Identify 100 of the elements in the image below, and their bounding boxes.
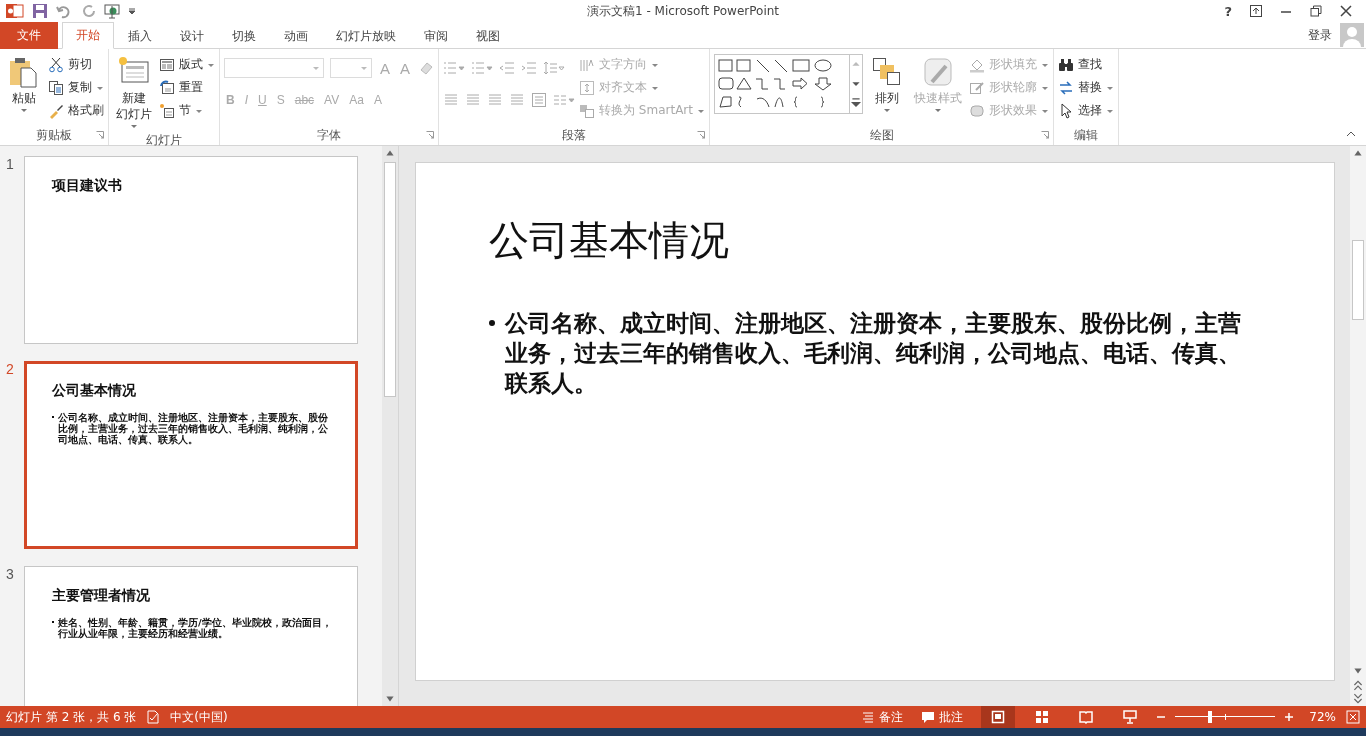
comment-icon xyxy=(921,710,936,724)
ribbon-button[interactable]: 替换 xyxy=(1058,77,1114,98)
previous-slide-icon[interactable] xyxy=(1352,678,1364,692)
ribbon-large-button[interactable]: 排列 xyxy=(867,54,907,116)
ribbon-button[interactable]: 版式 xyxy=(159,54,215,75)
file-tab[interactable]: 文件 xyxy=(0,22,58,49)
ribbon-tab[interactable]: 开始 xyxy=(62,22,114,49)
font-size-field[interactable] xyxy=(330,58,372,78)
ribbon-button[interactable]: 复制 xyxy=(48,77,104,98)
fit-slide-icon[interactable] xyxy=(1346,710,1360,724)
slide-text: 公司名称、成立时间、注册地区、注册资本，主要股东、股份比例，主营业务，过去三年的销售收入、毛利润、纯利润，公司地点、电话、传真、联系人。 xyxy=(505,308,1242,398)
comments-button[interactable]: 批注 xyxy=(921,708,964,726)
user-avatar-icon[interactable] xyxy=(1340,23,1364,47)
normal-view-icon xyxy=(991,710,1006,724)
distribute-icon[interactable] xyxy=(531,92,548,108)
group-label: 编辑 xyxy=(1074,126,1098,144)
ribbon-tab[interactable]: 视图 xyxy=(462,22,514,49)
ribbon-button[interactable]: 查找 xyxy=(1058,54,1114,75)
ribbon-display-icon[interactable] xyxy=(1250,5,1262,17)
ribbon-button[interactable]: 格式刷 xyxy=(48,100,104,121)
clear-formatting-icon[interactable] xyxy=(418,60,435,76)
language-label[interactable]: 中文(中国) xyxy=(170,708,228,726)
dialog-launcher-icon[interactable] xyxy=(697,131,705,139)
redo-icon[interactable] xyxy=(80,3,96,19)
zoom-in-button[interactable] xyxy=(1285,713,1294,721)
shape-effects-icon xyxy=(969,102,985,119)
ribbon-tab[interactable]: 设计 xyxy=(166,22,218,49)
font-name-field[interactable] xyxy=(224,58,324,78)
zoom-slider-thumb[interactable] xyxy=(1208,711,1213,723)
undo-icon[interactable] xyxy=(56,3,72,19)
bullet-icon xyxy=(489,320,495,326)
ribbon-button[interactable]: 节 xyxy=(159,100,215,121)
window-title: 演示文稿1 - Microsoft PowerPoint xyxy=(586,2,780,20)
ribbon-button[interactable]: 重置 xyxy=(159,77,215,98)
ribbon-button[interactable]: 剪切 xyxy=(48,54,104,75)
quick-styles-icon xyxy=(922,56,954,88)
line-spacing-icon[interactable] xyxy=(543,60,566,76)
notes-button[interactable]: 备注 xyxy=(861,708,904,726)
section-icon xyxy=(159,102,175,119)
caret-icon xyxy=(20,106,28,114)
copy-icon xyxy=(48,79,64,96)
caret-icon xyxy=(360,64,368,72)
zoom-level[interactable]: 72% xyxy=(1309,710,1336,724)
dialog-launcher-icon[interactable] xyxy=(96,131,104,139)
projector-view-icon xyxy=(1123,710,1138,724)
spellcheck-icon[interactable] xyxy=(146,710,161,724)
brush-icon xyxy=(48,102,64,119)
slide-count: 幻灯片 第 2 张，共 6 张 xyxy=(6,708,137,726)
restore-icon[interactable] xyxy=(1310,5,1322,17)
caret-icon xyxy=(934,106,942,114)
ribbon-large-button[interactable]: 新建 幻灯片 xyxy=(113,54,155,132)
close-icon[interactable] xyxy=(1340,5,1352,17)
next-slide-icon[interactable] xyxy=(1352,692,1364,706)
zoom-out-button[interactable] xyxy=(1157,713,1166,721)
ribbon-large-button[interactable]: 粘贴 xyxy=(4,54,44,116)
ribbon-tab[interactable]: 切换 xyxy=(218,22,270,49)
dialog-launcher-icon[interactable] xyxy=(426,131,435,139)
slide-number: 2 xyxy=(5,361,15,379)
scroll-thumb[interactable] xyxy=(1352,240,1364,320)
ribbon-tab[interactable]: 审阅 xyxy=(410,22,462,49)
help-button[interactable]: ? xyxy=(1224,3,1232,19)
scrollbar[interactable] xyxy=(1350,146,1366,706)
shape-gallery[interactable] xyxy=(714,54,863,114)
dialog-launcher-icon[interactable] xyxy=(1041,131,1049,139)
book-view-icon xyxy=(1079,710,1094,724)
bullets-icon[interactable] xyxy=(443,60,466,76)
view-button[interactable] xyxy=(981,706,1016,728)
slide-thumbnail[interactable]: 主要管理者情况 姓名、性别、年龄、籍贯，学历/学位、毕业院校，政治面目，行业从业年限，主要经历和经营业绩。 xyxy=(24,566,358,706)
slide-thumbnail[interactable]: 公司基本情况 公司名称、成立时间、注册地区、注册资本，主要股东、股份比例，主营业务，过去三年的销售收入、毛利润、纯利润，公司地点、电话、传真、联系人。 xyxy=(24,361,358,549)
customize-caret-icon[interactable] xyxy=(128,7,136,15)
scissors-icon xyxy=(48,56,64,73)
columns-icon[interactable] xyxy=(553,92,576,108)
slide-thumbnail[interactable]: 项目建议书 xyxy=(24,156,358,344)
group-label: 绘图 xyxy=(869,126,894,144)
sign-in-link[interactable]: 登录 xyxy=(1308,26,1332,44)
numbering-icon[interactable] xyxy=(471,60,494,76)
scrollbar[interactable] xyxy=(382,146,398,706)
align-text-icon xyxy=(579,79,596,96)
presentation-icon[interactable] xyxy=(104,3,120,19)
group-label: 段落 xyxy=(562,126,586,144)
slide-canvas[interactable]: 公司基本情况 公司名称、成立时间、注册地区、注册资本，主要股东、股份比例，主营业务，过去三年的销售收入、毛利润、纯利润，公司地点、电话、传真、联系人。 xyxy=(415,162,1335,681)
ribbon-tab[interactable]: 动画 xyxy=(270,22,322,49)
collapse-ribbon-icon[interactable] xyxy=(1346,131,1356,137)
thumbnail-text: 公司名称、成立时间、注册地区、注册资本，主要股东、股份比例，主营业务，过去三年的销售收入、毛利润、纯利润，公司地点、电话、传真、联系人。 xyxy=(58,412,329,445)
group-label: 幻灯片 xyxy=(146,132,182,149)
caret-icon xyxy=(130,122,138,130)
ribbon-button[interactable]: 选择 xyxy=(1058,100,1114,121)
binoculars-icon xyxy=(1058,56,1074,73)
save-icon[interactable] xyxy=(32,3,48,19)
thumbnail-title: 项目建议书 xyxy=(52,177,123,195)
scroll-thumb[interactable] xyxy=(384,162,396,397)
notes-icon xyxy=(861,710,876,724)
caret-icon xyxy=(883,106,891,114)
smartart-icon xyxy=(579,102,596,119)
zoom-slider[interactable] xyxy=(1175,711,1276,723)
thumbnail-title: 公司基本情况 xyxy=(52,382,137,400)
ribbon-tab[interactable]: 插入 xyxy=(114,22,166,49)
caret-icon xyxy=(312,64,320,72)
ribbon-tab[interactable]: 幻灯片放映 xyxy=(322,22,410,49)
thumbnail-text: 姓名、性别、年龄、籍贯，学历/学位、毕业院校，政治面目，行业从业年限，主要经历和经营业绩。 xyxy=(58,617,333,639)
